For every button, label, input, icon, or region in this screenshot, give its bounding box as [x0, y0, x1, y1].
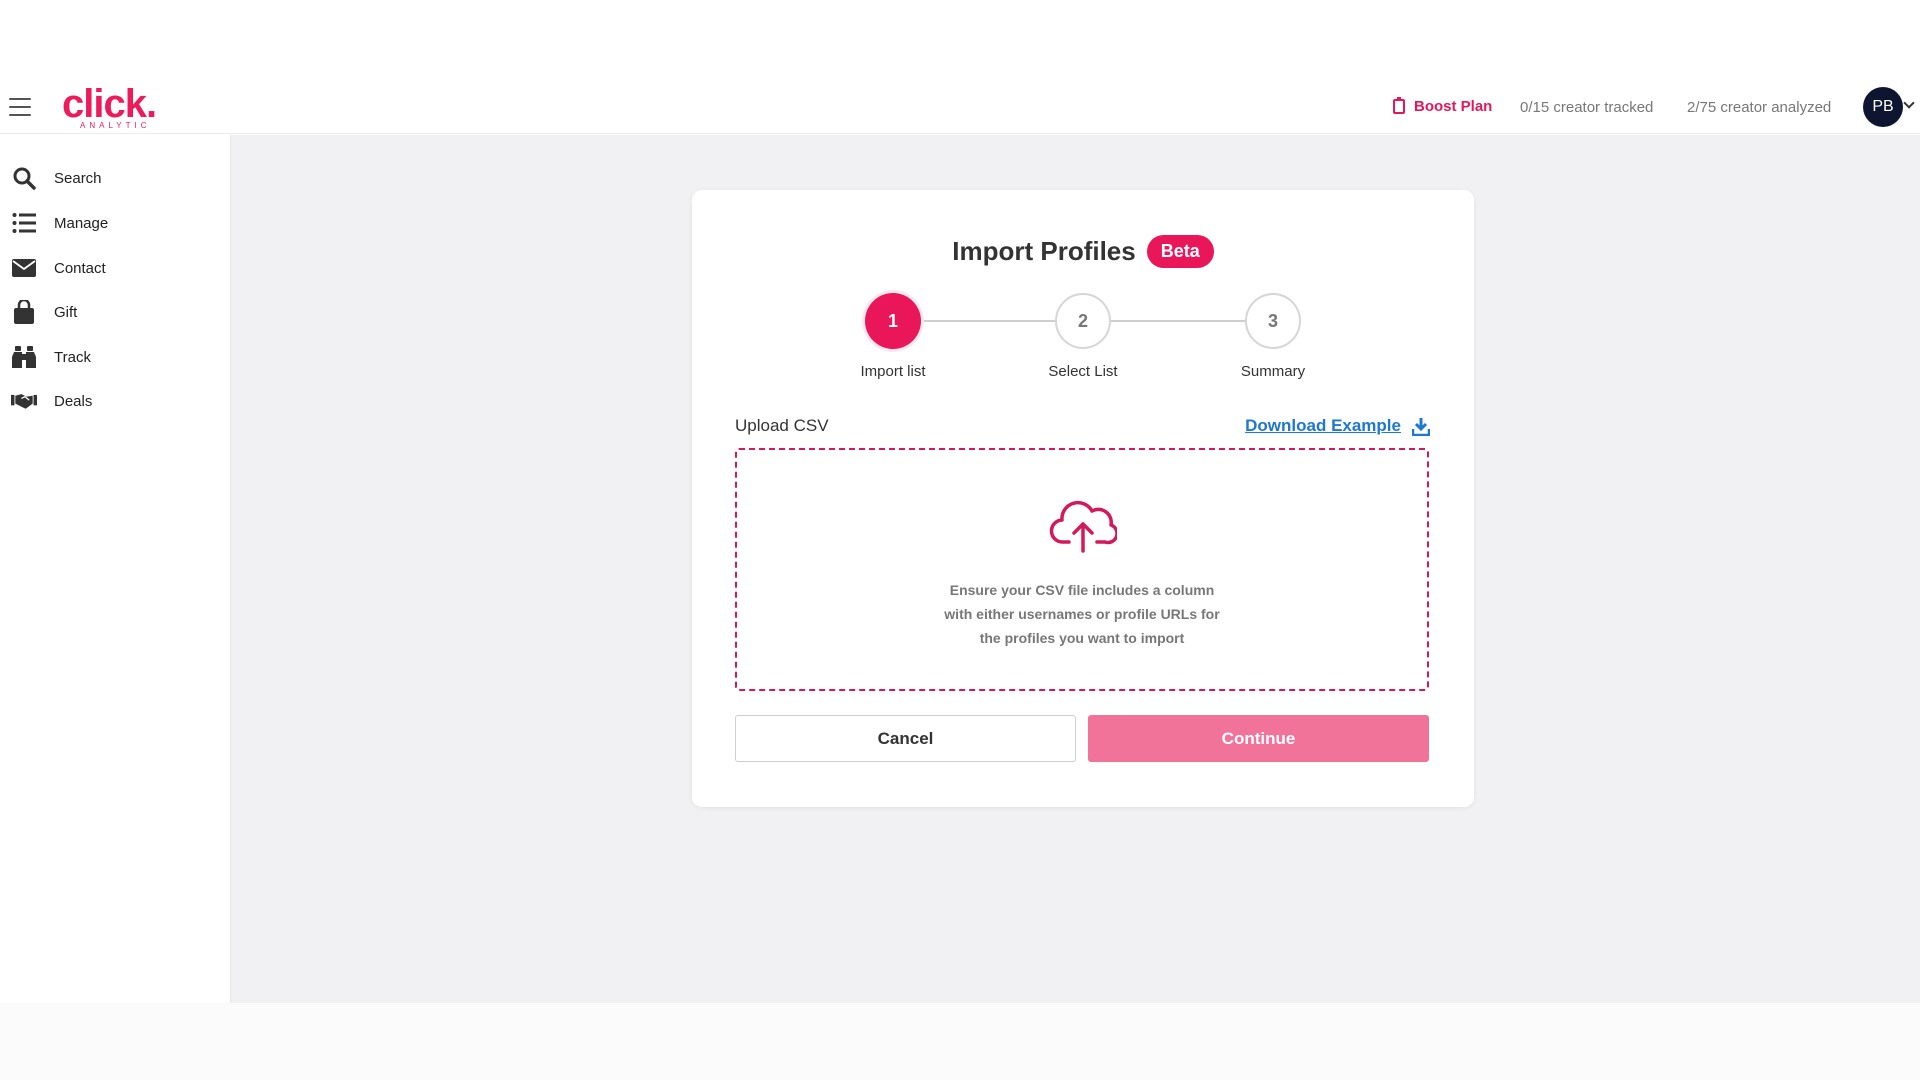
stepper: 1 Import list 2 Select List 3 Summary: [692, 293, 1474, 380]
sidebar-item-label: Track: [54, 348, 91, 366]
cloud-upload-icon: [1049, 500, 1117, 553]
brand-name: click.: [62, 82, 157, 126]
sidebar-item-contact[interactable]: Contact: [0, 248, 230, 288]
bottom-strip: [0, 1003, 1920, 1080]
sidebar-item-gift[interactable]: Gift: [0, 292, 230, 332]
sidebar-item-search[interactable]: Search: [0, 158, 230, 198]
brand-tagline: ANALYTIC: [80, 121, 151, 130]
step-3-circle[interactable]: 3: [1245, 293, 1301, 349]
sidebar-item-label: Search: [54, 169, 102, 187]
sidebar-item-deals[interactable]: Deals: [0, 381, 230, 421]
sidebar-item-label: Contact: [54, 259, 106, 277]
import-profiles-modal: Import Profiles Beta 1 Import list 2 Sel…: [692, 190, 1474, 807]
binoculars-icon: [11, 344, 37, 370]
sidebar-item-track[interactable]: Track: [0, 337, 230, 377]
cancel-button[interactable]: Cancel: [735, 715, 1076, 762]
instruction-line: with either usernames or profile URLs fo…: [944, 606, 1220, 622]
csv-dropzone[interactable]: Ensure your CSV file includes a column w…: [735, 448, 1429, 691]
sidebar-item-label: Manage: [54, 214, 109, 232]
download-icon: [1412, 417, 1430, 436]
user-avatar[interactable]: PB: [1863, 87, 1903, 127]
handshake-icon: [11, 388, 37, 414]
step-connector: [1090, 320, 1270, 322]
sidebar-item-label: Gift: [54, 303, 78, 321]
list-icon: [11, 210, 37, 236]
step-2-circle[interactable]: 2: [1055, 293, 1111, 349]
download-example-link[interactable]: Download Example: [1245, 416, 1430, 436]
instruction-line: the profiles you want to import: [979, 630, 1185, 646]
sidebar-item-manage[interactable]: Manage: [0, 203, 230, 243]
chevron-down-icon[interactable]: [1903, 97, 1915, 109]
top-header: click. ANALYTIC Boost Plan 0/15 creator …: [0, 82, 1920, 134]
plan-label: Boost Plan: [1414, 98, 1493, 115]
beta-badge: Beta: [1146, 235, 1214, 268]
step-2-label: Select List: [1048, 363, 1118, 380]
creator-tracked-count: 0/15 creator tracked: [1520, 99, 1654, 116]
modal-header: Import Profiles Beta: [692, 235, 1474, 268]
dropzone-instructions: Ensure your CSV file includes a column w…: [737, 578, 1427, 650]
download-example-label: Download Example: [1245, 416, 1401, 435]
modal-title: Import Profiles: [952, 236, 1136, 266]
step-1-circle[interactable]: 1: [865, 293, 921, 349]
brand-logo[interactable]: click. ANALYTIC: [62, 82, 157, 134]
clipboard-icon: [1393, 97, 1405, 114]
continue-button[interactable]: Continue: [1088, 715, 1429, 762]
sidebar: Search Manage Contact Gift Track Deals: [0, 135, 231, 1003]
sidebar-item-label: Deals: [54, 392, 93, 410]
upload-csv-label: Upload CSV: [735, 416, 829, 435]
step-1-label: Import list: [860, 363, 926, 380]
plan-badge[interactable]: Boost Plan: [1393, 97, 1493, 115]
app-root: click. ANALYTIC Boost Plan 0/15 creator …: [0, 0, 1920, 1080]
shopping-bag-icon: [11, 299, 37, 325]
menu-toggle-icon[interactable]: [9, 98, 31, 116]
creator-analyzed-count: 2/75 creator analyzed: [1687, 99, 1832, 116]
envelope-icon: [11, 255, 37, 281]
step-3-label: Summary: [1240, 363, 1306, 380]
instruction-line: Ensure your CSV file includes a column: [949, 582, 1215, 598]
search-icon: [11, 165, 37, 191]
